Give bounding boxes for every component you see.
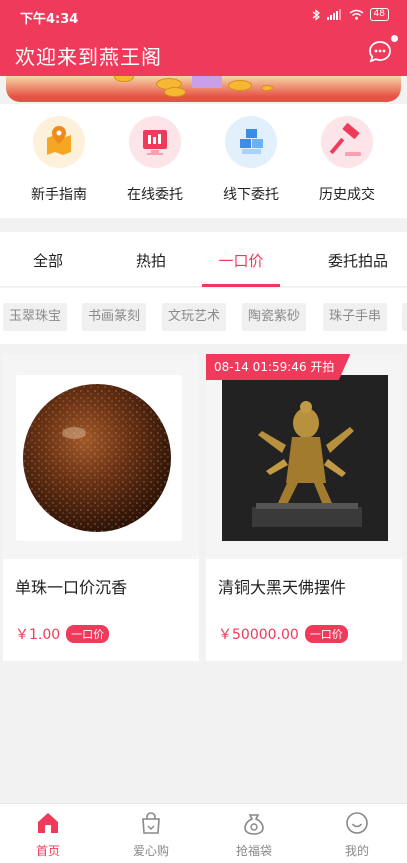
bottom-navigation: 首页 爱心购 抢福袋 我的 (0, 803, 407, 863)
product-card[interactable]: 单珠一口价沉香 ￥1.00 一口价 (3, 354, 199, 661)
monitor-icon (143, 130, 167, 155)
gavel-icon (329, 123, 361, 156)
smile-face-icon (346, 812, 368, 834)
product-price: ￥1.00 (15, 627, 61, 643)
quick-menu-item-guide[interactable]: 新手指南 (14, 116, 104, 204)
quick-menu: 新手指南 在线委托 线下委托 历史成交 (0, 104, 407, 218)
chip-ceramics[interactable]: 陶瓷紫砂 (242, 303, 307, 331)
tab-consignment[interactable]: 委托拍品 (318, 250, 398, 271)
battery-indicator: 48 (369, 8, 389, 21)
tab-all[interactable]: 全部 (8, 250, 88, 271)
product-image-area (206, 354, 402, 559)
coin-decoration (164, 87, 186, 97)
coin-decoration (114, 76, 134, 82)
chip-calligraphy[interactable]: 书画篆刻 (82, 303, 147, 331)
product-name: 清铜大黑天佛摆件 (218, 578, 347, 597)
coin-decoration (228, 80, 252, 91)
quick-menu-label: 历史成交 (319, 187, 375, 203)
tab-fixed-price[interactable]: 一口价 (201, 250, 281, 271)
category-chips: 玉翠珠宝 书画篆刻 文玩艺术 陶瓷紫砂 珠子手串 (0, 288, 407, 344)
chip-collectibles[interactable]: 文玩艺术 (162, 303, 227, 331)
bluetooth-icon (312, 8, 320, 21)
blocks-icon (240, 129, 263, 154)
quick-menu-item-offline-consign[interactable]: 线下委托 (206, 116, 296, 204)
nav-label: 爱心购 (132, 844, 169, 858)
status-time: 下午4:34 (20, 12, 79, 27)
home-icon (38, 813, 58, 833)
product-image (222, 375, 388, 541)
fixed-price-badge: 一口价 (66, 625, 110, 643)
status-icons: 48 (312, 8, 389, 21)
map-pin-icon (47, 126, 71, 155)
auction-countdown: 08-14 01:59:46 开拍 (206, 354, 351, 380)
shopping-bag-icon (142, 812, 160, 834)
category-tabs: 全部 热拍 一口价 委托拍品 (0, 232, 407, 287)
product-name: 单珠一口价沉香 (15, 578, 128, 597)
nav-love-shop[interactable]: 爱心购 (111, 810, 191, 859)
nav-profile[interactable]: 我的 (317, 810, 397, 859)
wifi-icon (349, 9, 363, 20)
agarwood-bead-image (23, 384, 171, 532)
page-title: 欢迎来到燕王阁 (15, 45, 162, 69)
product-price-row: ￥1.00 一口价 (15, 624, 110, 644)
product-image (16, 375, 182, 541)
app-header: 下午4:34 48 欢迎来到燕王阁 (0, 0, 407, 76)
product-price-row: ￥50000.00 一口价 (218, 624, 348, 644)
chip-beads[interactable]: 珠子手串 (323, 303, 388, 331)
gift-box-decoration (192, 76, 222, 88)
notification-dot (391, 35, 398, 42)
nav-home[interactable]: 首页 (8, 810, 88, 859)
product-price: ￥50000.00 (218, 627, 299, 643)
coin-decoration (261, 85, 273, 91)
nav-label: 首页 (35, 844, 60, 858)
quick-menu-item-history[interactable]: 历史成交 (302, 116, 392, 204)
message-icon[interactable] (367, 39, 393, 65)
fixed-price-badge: 一口价 (304, 625, 348, 643)
product-card[interactable]: 08-14 01:59:46 开拍 清铜大黑天佛摆件 ￥50000.00 一口价 (206, 354, 402, 661)
quick-menu-label: 新手指南 (31, 187, 87, 203)
quick-menu-label: 线下委托 (223, 187, 279, 203)
status-bar: 下午4:34 48 (0, 0, 407, 30)
lucky-bag-icon (244, 814, 264, 835)
nav-label: 我的 (344, 844, 369, 858)
bronze-statue-image (222, 375, 388, 541)
active-tab-indicator (202, 284, 280, 287)
promo-banner[interactable] (6, 76, 401, 102)
nav-label: 抢福袋 (235, 844, 272, 858)
quick-menu-item-online-consign[interactable]: 在线委托 (110, 116, 200, 204)
quick-menu-label: 在线委托 (127, 187, 183, 203)
chip-jade-jewelry[interactable]: 玉翠珠宝 (3, 303, 68, 331)
tab-hot[interactable]: 热拍 (111, 250, 191, 271)
chip-more[interactable] (402, 303, 407, 331)
product-image-area (3, 354, 199, 559)
nav-lucky-bag[interactable]: 抢福袋 (214, 810, 294, 859)
signal-icon (326, 9, 341, 20)
